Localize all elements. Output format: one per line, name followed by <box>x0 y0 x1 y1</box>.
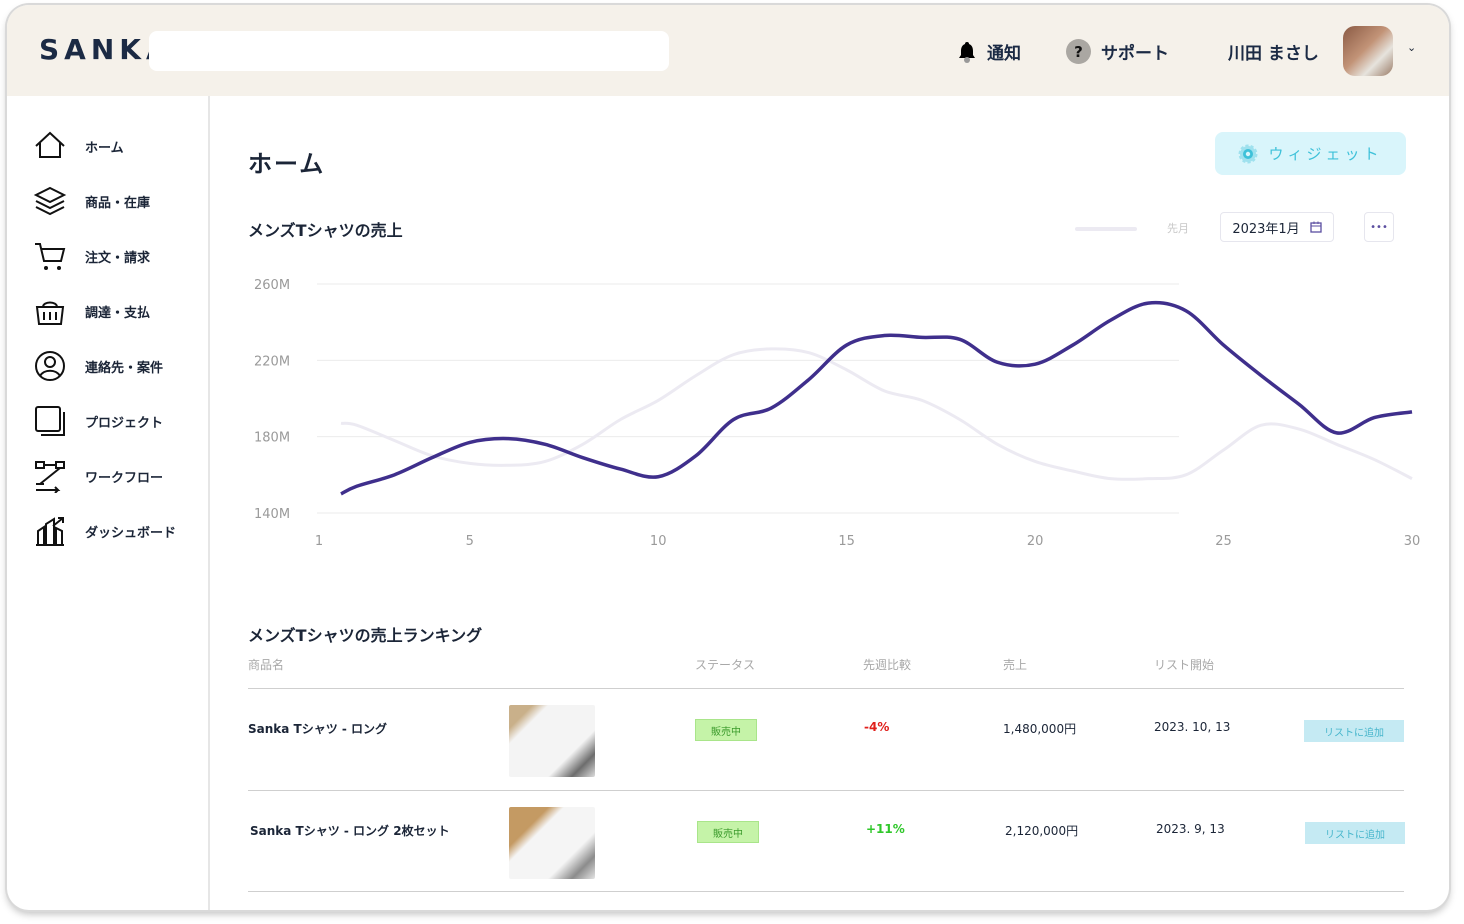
divider <box>248 790 1404 791</box>
add-to-list-button[interactable]: リストに追加 <box>1304 720 1404 742</box>
divider <box>248 688 1404 689</box>
sales-line-chart: 140M180M220M260M1 5 10 15 20 25 30 <box>254 278 1421 549</box>
ranking-title: メンズTシャツの売上ランキング <box>248 626 483 645</box>
sales-value: 2,120,000円 <box>1005 824 1079 838</box>
status-badge: 販売中 <box>695 719 757 741</box>
list-start-date: 2023. 10, 13 <box>1154 720 1231 734</box>
divider <box>248 891 1404 892</box>
column-header-status: ステータス <box>695 658 756 672</box>
product-name[interactable]: Sanka Tシャツ - ロング 2枚セット <box>250 822 450 839</box>
list-start-date: 2023. 9, 13 <box>1156 822 1225 836</box>
add-to-list-button[interactable]: リストに追加 <box>1305 822 1405 844</box>
main-content: ホーム ウィジェット メンズTシャツの売上 先月 2023年1月 ••• 140… <box>212 96 1449 910</box>
column-header-list-start: リスト開始 <box>1154 658 1215 672</box>
app-window: SANKA 通知 ? サポート 川田 まさし ⌄ ホーム 商品・在庫 注文・請求 調達… <box>7 5 1449 910</box>
product-image <box>509 807 595 879</box>
y-tick-label: 220M <box>254 354 290 369</box>
product-image <box>509 705 595 777</box>
x-tick-label: 5 <box>466 534 474 549</box>
x-tick-label: 30 <box>1404 534 1421 549</box>
column-header-product: 商品名 <box>248 658 285 672</box>
y-tick-label: 140M <box>254 507 290 522</box>
sales-value: 1,480,000円 <box>1003 722 1077 736</box>
product-name[interactable]: Sanka Tシャツ - ロング <box>248 720 387 737</box>
weekly-change: -4% <box>864 720 890 734</box>
x-tick-label: 10 <box>650 534 667 549</box>
x-tick-label: 20 <box>1027 534 1044 549</box>
y-tick-label: 260M <box>254 278 290 293</box>
status-badge: 販売中 <box>697 821 759 843</box>
y-tick-label: 180M <box>254 431 290 446</box>
x-tick-label: 15 <box>838 534 855 549</box>
x-tick-label: 25 <box>1215 534 1232 549</box>
column-header-change: 先週比較 <box>863 658 912 672</box>
weekly-change: +11% <box>866 822 905 836</box>
x-tick-label: 1 <box>315 534 323 549</box>
column-header-sales: 売上 <box>1003 658 1028 672</box>
